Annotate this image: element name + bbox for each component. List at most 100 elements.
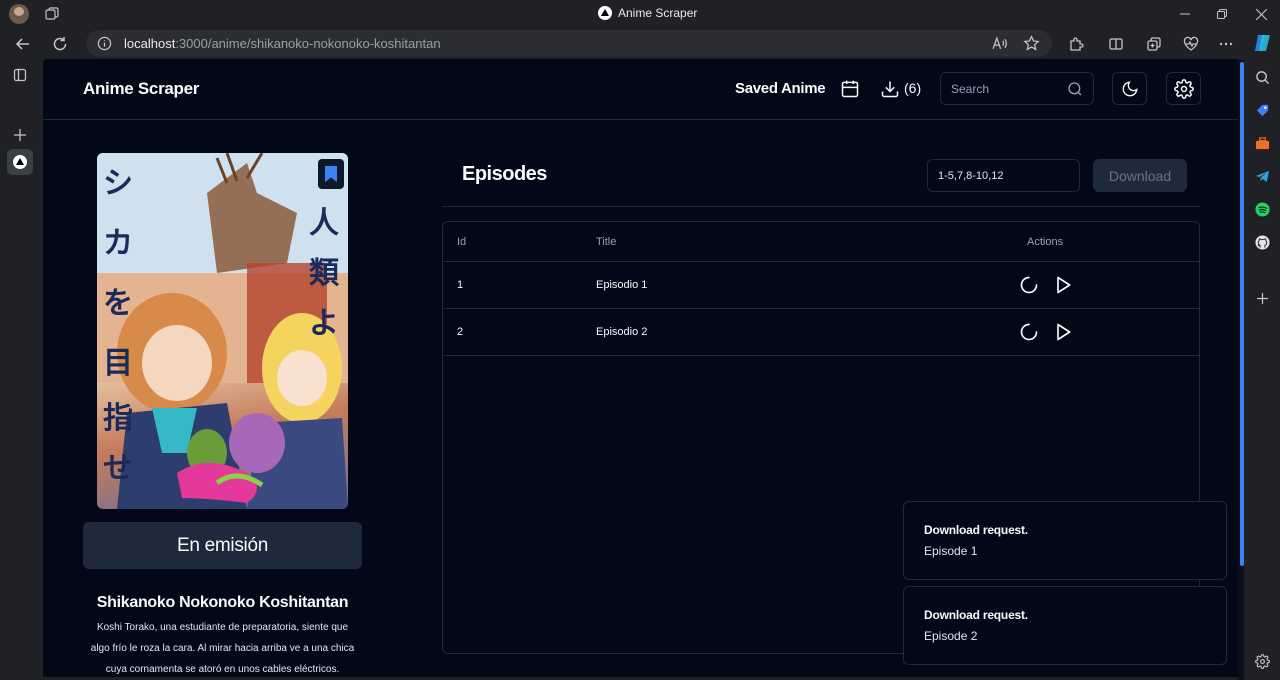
toolbox-icon [1255,136,1269,149]
brand-link[interactable]: Anime Scraper [83,79,199,99]
svg-text:カ: カ [103,226,133,261]
back-button[interactable] [13,34,33,54]
refresh-button[interactable] [50,34,70,54]
theme-toggle-button[interactable] [1112,72,1147,105]
web-page: Anime Scraper Saved Anime (6) Search シ カ… [43,59,1238,677]
github-icon [1254,234,1270,250]
search-input[interactable] [941,73,1061,104]
svg-text:シ: シ [103,166,133,201]
sidebar-tools-button[interactable] [1253,134,1271,152]
toast-description: Episode 2 [924,629,978,643]
refresh-icon [53,37,67,51]
divider [442,206,1200,207]
tab-anime-scraper[interactable] [7,149,33,175]
sidebar-spotify-button[interactable] [1253,200,1271,218]
anime-cover-image: シ カ を 目 指 せ 人 類 よ [97,153,348,509]
close-icon [1255,8,1267,20]
split-screen-button[interactable] [1106,34,1126,54]
table-row: 2 Episodio 2 [443,309,1199,356]
play-icon[interactable] [1053,275,1073,295]
spotify-icon [1254,201,1270,217]
app-header: Anime Scraper Saved Anime (6) [43,59,1238,120]
sidebar-settings-button[interactable] [1253,652,1271,670]
download-icon[interactable] [880,79,900,99]
browser-toolbar: localhost:3000/anime/shikanoko-nokonoko-… [0,28,1280,60]
toast-title: Download request. [924,523,1028,537]
tag-icon [1256,104,1268,116]
column-header-title: Title [596,236,617,248]
bookmark-icon [325,166,337,182]
new-tab-button[interactable] [11,126,29,144]
search-box [940,72,1094,105]
collections-button[interactable] [1144,34,1164,54]
workspaces-icon[interactable] [44,6,60,22]
moon-icon [1122,80,1138,96]
toast-description: Episode 1 [924,544,978,558]
more-menu-button[interactable] [1216,34,1236,54]
loading-spinner-icon[interactable] [1019,275,1039,295]
sidebar-github-button[interactable] [1253,233,1271,251]
gear-icon [1254,653,1270,669]
window-title: Anime Scraper [598,6,697,20]
cover-illustration: シ カ を 目 指 せ 人 類 よ [97,153,348,509]
close-window-button[interactable] [1251,4,1271,24]
toast-title: Download request. [924,608,1028,622]
search-icon[interactable] [1067,81,1083,97]
plus-icon [1256,292,1268,304]
saved-anime-link[interactable]: Saved Anime [735,80,826,97]
episode-id: 1 [457,279,464,291]
play-icon[interactable] [1053,322,1073,342]
anime-title: Shikanoko Nokonoko Koshitantan [96,594,349,611]
copilot-icon[interactable] [1252,32,1274,54]
svg-text:よ: よ [309,306,339,341]
restore-button[interactable] [1212,4,1232,24]
episode-range-input[interactable] [927,159,1080,192]
split-screen-icon [1109,38,1123,50]
collections-icon [1147,37,1161,51]
settings-button[interactable] [1166,72,1201,105]
sidebar-telegram-button[interactable] [1253,167,1271,185]
status-button[interactable]: En emisión [83,522,362,569]
bookmark-button[interactable] [318,159,344,189]
url-host: localhost [124,36,176,51]
svg-text:人: 人 [309,206,339,241]
sidebar-search-button[interactable] [1253,68,1271,86]
table-header-row: Id Title Actions [443,222,1199,262]
profile-avatar[interactable] [9,4,29,24]
vertical-tabs-rail [0,60,40,680]
downloads-count[interactable]: (6) [904,80,921,96]
svg-text:目: 目 [103,346,133,381]
more-dots-icon [1219,42,1233,46]
read-aloud-icon[interactable] [991,35,1008,52]
favorite-star-icon[interactable] [1023,35,1040,52]
sidebar-add-button[interactable] [1253,289,1271,307]
edge-sidebar [1244,60,1280,680]
anime-synopsis: Koshi Torako, una estudiante de preparat… [90,622,355,675]
column-header-id: Id [457,236,467,248]
minimize-button[interactable] [1175,4,1195,24]
minimize-icon [1180,13,1190,15]
plus-icon [14,129,26,141]
address-bar[interactable]: localhost:3000/anime/shikanoko-nokonoko-… [86,30,1052,57]
site-info-icon[interactable] [97,36,112,51]
puzzle-icon [1070,37,1084,51]
sidebar-shopping-button[interactable] [1253,101,1271,119]
toast-notification[interactable]: Download request. Episode 1 [903,501,1227,580]
tab-actions-button[interactable] [11,66,29,84]
column-header-actions: Actions [1027,236,1064,248]
page-scrollbar-thumb[interactable] [1240,62,1244,566]
svg-text:を: を [103,286,133,321]
episode-id: 2 [457,326,464,338]
toast-notification[interactable]: Download request. Episode 2 [903,586,1227,665]
download-button[interactable]: Download [1093,159,1187,192]
loading-spinner-icon[interactable] [1019,322,1039,342]
arrow-left-icon [15,38,29,50]
url-text[interactable]: localhost:3000/anime/shikanoko-nokonoko-… [124,36,441,51]
browser-essentials-button[interactable] [1181,34,1201,54]
calendar-icon[interactable] [840,79,860,99]
episode-title: Episodio 1 [596,279,648,291]
extensions-button[interactable] [1066,34,1086,54]
restore-icon [1217,9,1227,19]
site-logo-icon [598,6,612,20]
site-logo-icon [13,155,27,169]
